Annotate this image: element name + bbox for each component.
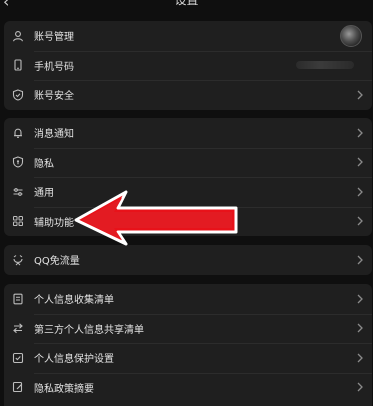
- privacy-shield-icon: [12, 156, 24, 168]
- data-traffic-icon: [12, 254, 24, 266]
- row-label: 隐私政策摘要: [34, 383, 94, 395]
- row-label: 账号安全: [34, 91, 74, 103]
- row-label: QQ免流量: [34, 256, 80, 268]
- row-label: 消息通知: [34, 129, 74, 141]
- avatar[interactable]: [340, 24, 362, 47]
- document-list-icon: [12, 293, 24, 305]
- page-title: 设置: [174, 0, 199, 7]
- hidden-phone-number: [296, 61, 354, 70]
- chevron-right-icon: [357, 157, 363, 167]
- row-label: 个人信息保护设置: [34, 354, 114, 366]
- sliders-icon: [12, 186, 24, 198]
- row-account-management[interactable]: 账号管理: [4, 21, 372, 51]
- row-privacy[interactable]: 隐私: [4, 147, 372, 178]
- edit-document-icon: [12, 381, 24, 393]
- row-personal-info-protection[interactable]: 个人信息保护设置: [4, 343, 372, 373]
- privacy-info-group: 个人信息收集清单 第三方个人信息共享清单 个人信息保护设置 隐私政策摘要: [4, 284, 372, 406]
- chevron-right-icon: [357, 382, 363, 392]
- chevron-right-icon: [357, 353, 363, 363]
- row-label: 隐私: [34, 158, 54, 170]
- data-traffic-group: QQ免流量: [4, 245, 372, 275]
- row-personal-info-collection[interactable]: 个人信息收集清单: [4, 284, 372, 314]
- row-label: 手机号码: [34, 61, 74, 73]
- row-third-party-sharing[interactable]: 第三方个人信息共享清单: [4, 313, 372, 344]
- row-account-security[interactable]: 账号安全: [4, 80, 372, 110]
- checkbox-icon: [12, 352, 24, 364]
- top-bar: ‹ 设置: [0, 0, 373, 12]
- row-phone-number[interactable]: 手机号码: [4, 50, 372, 81]
- share-swap-icon: [12, 322, 24, 334]
- row-label: 账号管理: [34, 32, 74, 44]
- row-qq-free-data[interactable]: QQ免流量: [4, 245, 372, 275]
- row-notifications[interactable]: 消息通知: [4, 118, 372, 148]
- chevron-right-icon: [357, 90, 363, 100]
- general-settings-group: 消息通知 隐私 通用 辅助功能: [4, 118, 372, 236]
- chevron-right-icon: [357, 294, 363, 304]
- chevron-right-icon: [357, 255, 363, 265]
- grid-icon: [12, 215, 24, 227]
- row-label: 通用: [34, 188, 54, 200]
- bell-icon: [12, 127, 24, 139]
- row-label: 个人信息收集清单: [34, 295, 114, 307]
- phone-icon: [12, 59, 24, 71]
- chevron-right-icon: [357, 128, 363, 138]
- user-icon: [12, 30, 24, 42]
- row-general[interactable]: 通用: [4, 177, 372, 207]
- row-privacy-policy-summary[interactable]: 隐私政策摘要: [4, 372, 372, 403]
- row-accessibility[interactable]: 辅助功能: [4, 206, 372, 237]
- row-label: 辅助功能: [34, 217, 74, 229]
- chevron-right-icon: [357, 323, 363, 333]
- chevron-right-icon: [357, 216, 363, 226]
- account-group: 账号管理 手机号码 账号安全: [4, 21, 372, 110]
- shield-check-icon: [12, 89, 24, 101]
- row-label: 第三方个人信息共享清单: [34, 324, 144, 336]
- chevron-right-icon: [357, 187, 363, 197]
